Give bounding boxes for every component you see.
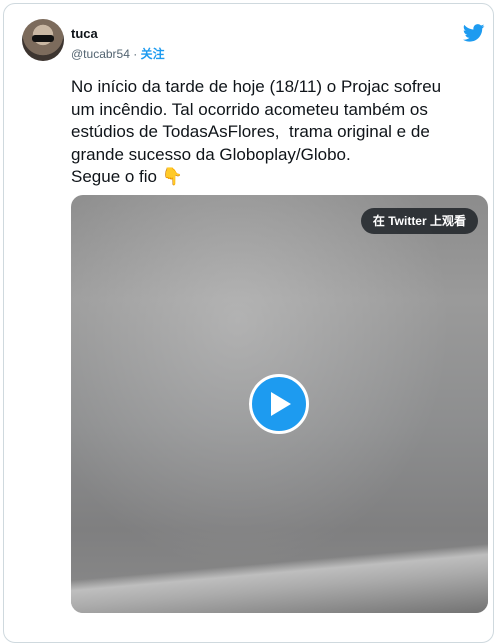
follow-button[interactable]: 关注 [141, 47, 165, 61]
author-display-name[interactable]: tuca [71, 26, 98, 41]
video-player[interactable]: 在 Twitter 上观看 [71, 195, 488, 613]
video-frame-streak [71, 543, 488, 613]
avatar[interactable] [22, 19, 64, 61]
twitter-bird-icon[interactable] [463, 24, 485, 42]
play-icon [271, 392, 291, 416]
watch-on-twitter-button[interactable]: 在 Twitter 上观看 [360, 208, 478, 234]
handle-separator: · [133, 47, 138, 61]
author-handle[interactable]: @tucabr54 [71, 47, 130, 61]
avatar-glasses [32, 35, 54, 42]
tweet-card: tuca @tucabr54 · 关注 No início da tarde d… [3, 3, 494, 643]
play-button[interactable] [249, 374, 309, 434]
author-handle-row: @tucabr54 · 关注 [71, 45, 165, 62]
tweet-text: No início da tarde de hoje (18/11) o Pro… [71, 77, 442, 186]
